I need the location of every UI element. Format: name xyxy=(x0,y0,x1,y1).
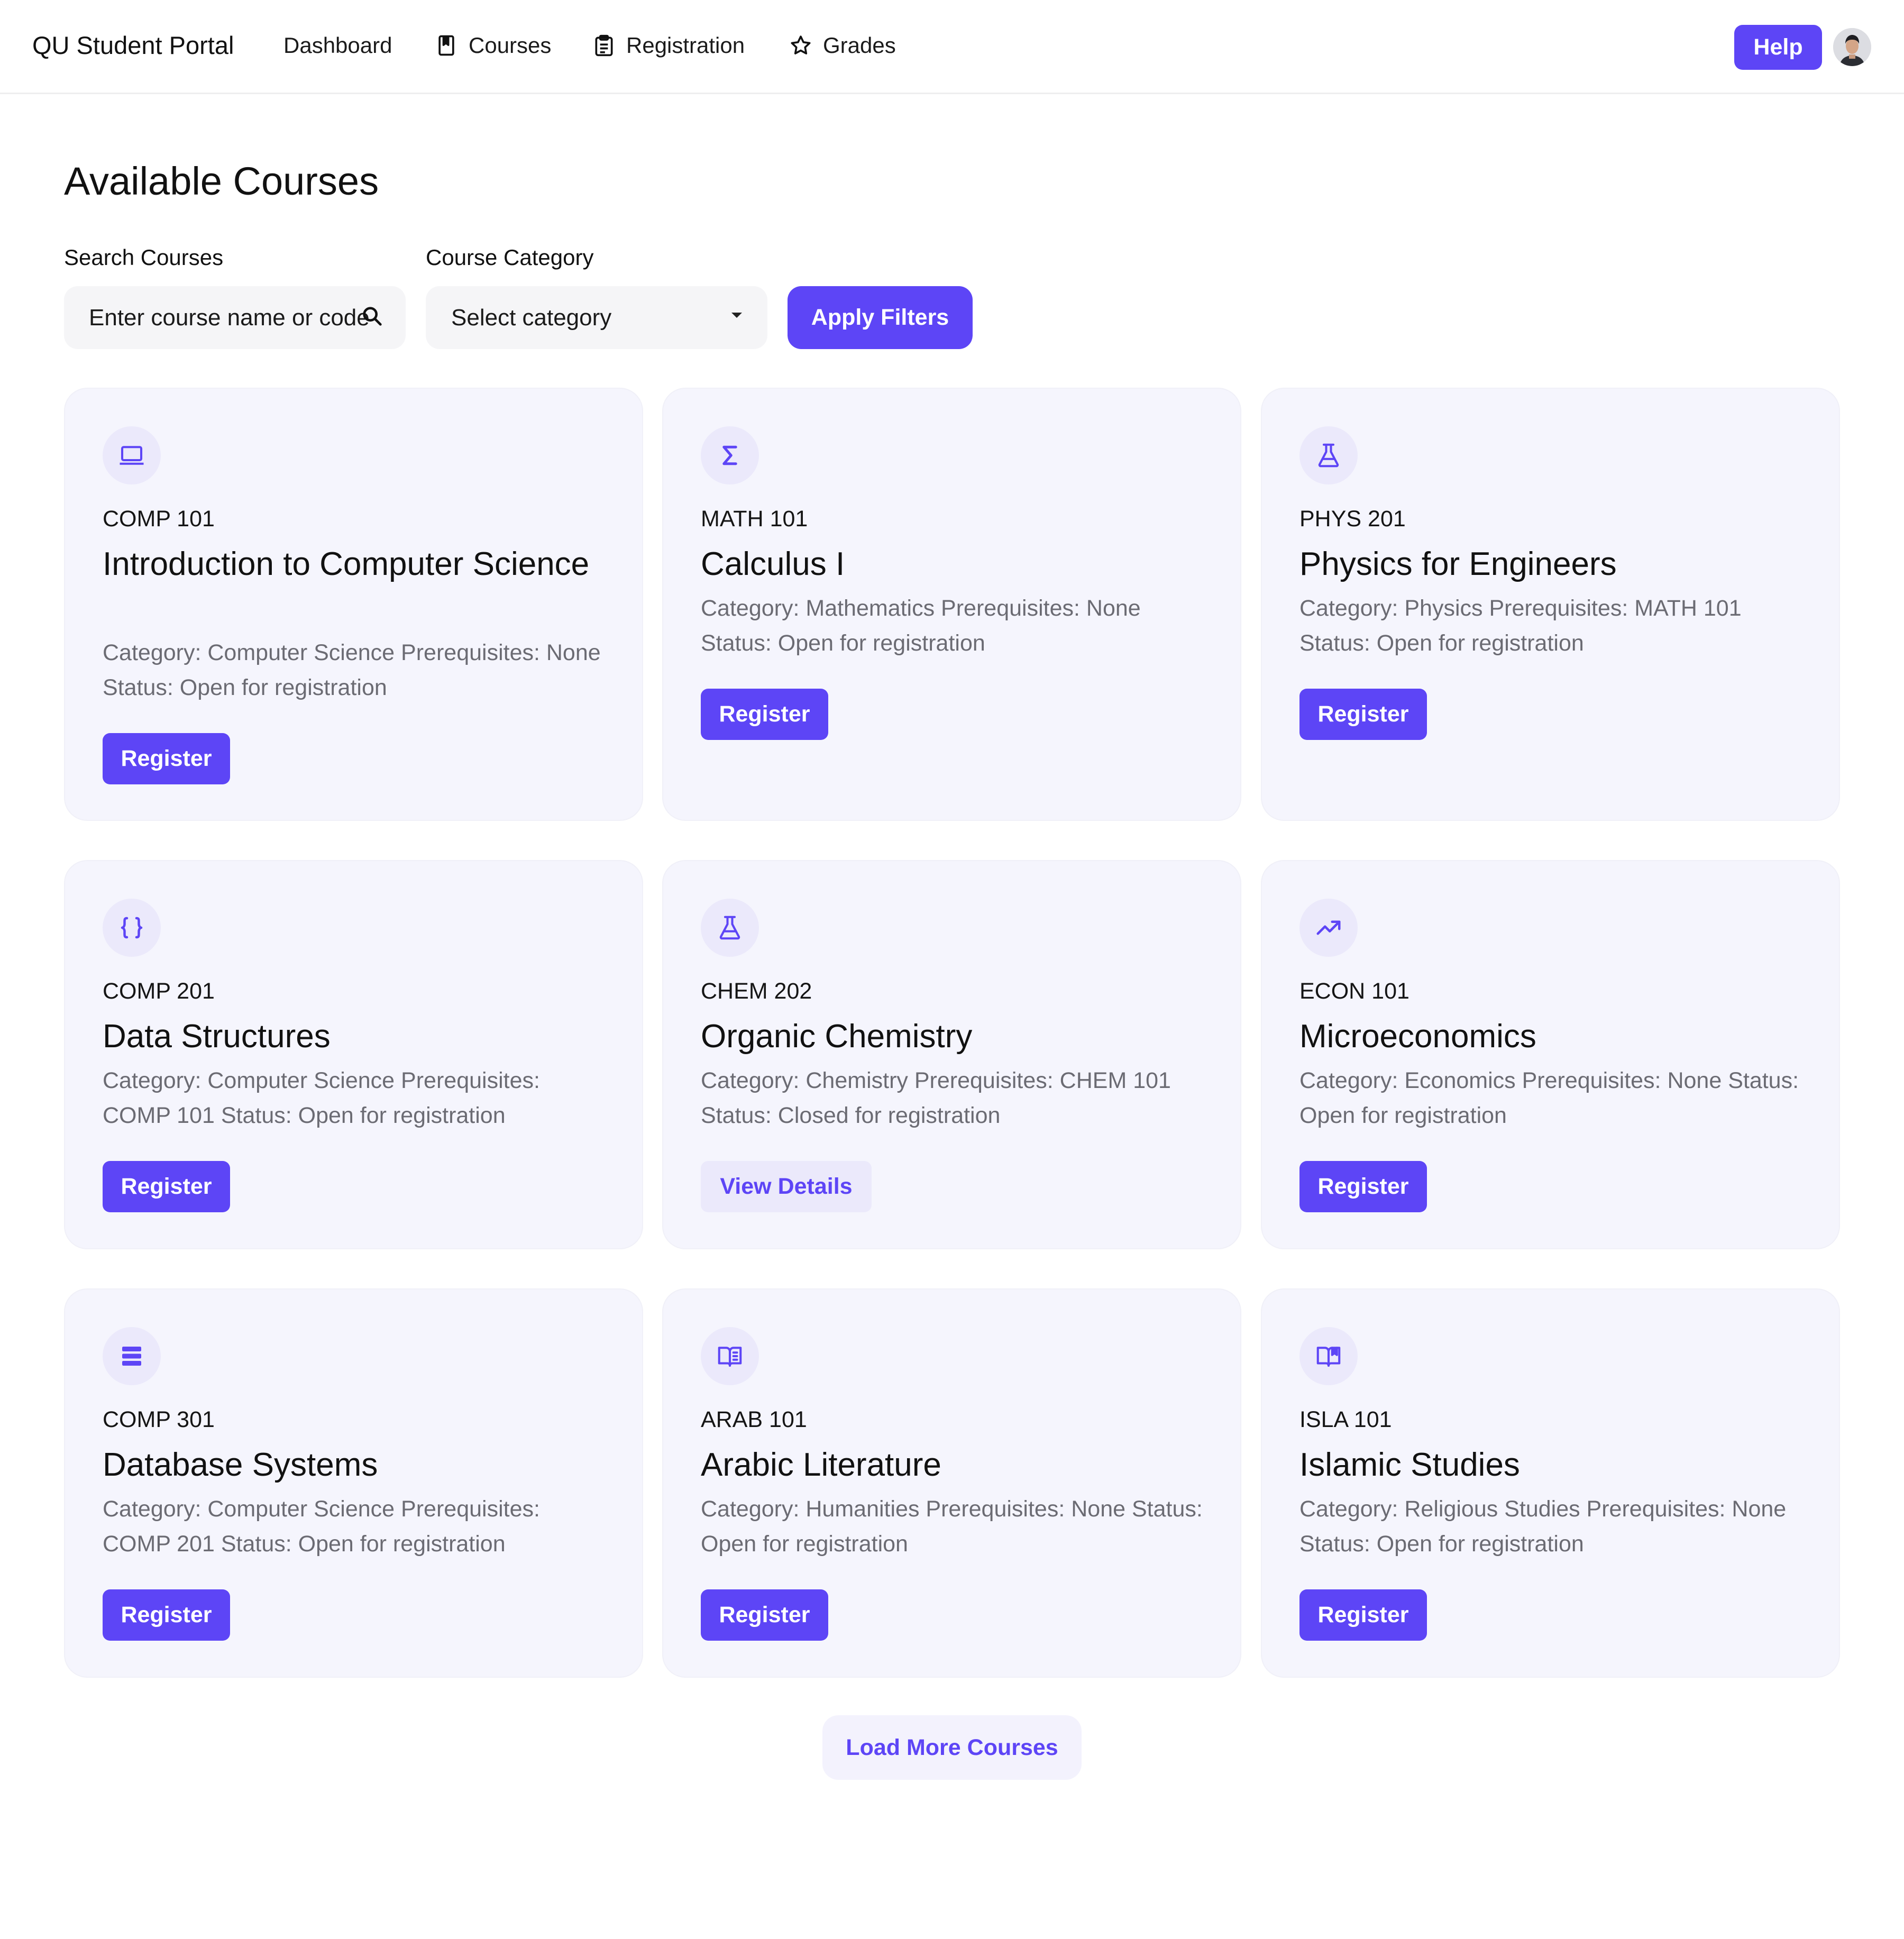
course-title: Organic Chemistry xyxy=(701,1018,973,1055)
clipboard-icon xyxy=(595,34,613,57)
page-title: Available Courses xyxy=(64,159,379,203)
course-code: ECON 101 xyxy=(1299,978,1409,1004)
course-title: Calculus I xyxy=(701,546,845,582)
course-card: COMP 301 Database Systems Category: Comp… xyxy=(64,1288,643,1678)
course-description: Category: Physics Prerequisites: MATH 10… xyxy=(1299,596,1742,656)
nav-link-grades[interactable]: Grades xyxy=(789,33,896,58)
register-button[interactable]: Register xyxy=(103,1161,230,1212)
course-title: Arabic Literature xyxy=(701,1447,941,1483)
course-code: COMP 201 xyxy=(103,978,215,1004)
nav-link-courses[interactable]: Courses xyxy=(435,33,551,58)
database-icon xyxy=(122,1347,141,1366)
braces-icon xyxy=(121,917,143,939)
book-icon xyxy=(438,35,454,56)
course-description: Category: Chemistry Prerequisites: CHEM … xyxy=(701,1068,1171,1128)
course-code: PHYS 201 xyxy=(1299,506,1406,532)
nav-link-label: Registration xyxy=(626,33,745,58)
course-code: COMP 301 xyxy=(103,1407,215,1432)
course-code: MATH 101 xyxy=(701,506,808,532)
register-button[interactable]: Register xyxy=(1299,1589,1427,1641)
laptop-icon xyxy=(120,446,144,465)
nav-link-label: Dashboard xyxy=(283,33,392,58)
course-title: Data Structures xyxy=(103,1018,331,1055)
user-avatar[interactable] xyxy=(1833,28,1871,66)
course-card: COMP 101 Introduction to Computer Scienc… xyxy=(64,388,643,821)
open-book-icon xyxy=(718,1347,742,1367)
course-title: Islamic Studies xyxy=(1299,1447,1520,1483)
search-label: Search Courses xyxy=(64,245,224,270)
course-card: ECON 101 Microeconomics Category: Econom… xyxy=(1261,860,1840,1249)
course-card: MATH 101 Calculus I Category: Mathematic… xyxy=(662,388,1241,821)
course-title: Database Systems xyxy=(103,1447,378,1483)
nav-link-registration[interactable]: Registration xyxy=(592,33,745,58)
load-more-button[interactable]: Load More Courses xyxy=(822,1715,1082,1780)
chevron-down-icon xyxy=(731,313,742,318)
register-button[interactable]: Register xyxy=(701,1589,828,1641)
course-card: ARAB 101 Arabic Literature Category: Hum… xyxy=(662,1288,1241,1678)
book-bookmark-icon xyxy=(1316,1347,1341,1367)
search-field xyxy=(64,286,406,349)
apply-filters-button[interactable]: Apply Filters xyxy=(788,286,973,349)
course-title: Introduction to Computer Science xyxy=(103,546,590,582)
search-input[interactable] xyxy=(64,304,406,331)
nav-link-dashboard[interactable]: Dashboard xyxy=(283,33,392,58)
register-button[interactable]: Register xyxy=(103,733,230,784)
sigma-icon xyxy=(722,445,737,465)
course-description: Category: Computer Science Prerequisites… xyxy=(103,1496,540,1557)
course-title: Microeconomics xyxy=(1299,1018,1536,1055)
register-button[interactable]: Register xyxy=(701,689,828,740)
help-button[interactable]: Help xyxy=(1734,25,1822,70)
flask-icon xyxy=(719,916,740,940)
search-icon[interactable] xyxy=(360,304,385,328)
star-icon xyxy=(791,35,811,54)
course-description: Category: Economics Prerequisites: None … xyxy=(1299,1068,1799,1128)
course-description: Category: Humanities Prerequisites: None… xyxy=(701,1496,1203,1557)
brand-title[interactable]: QU Student Portal xyxy=(32,31,234,60)
course-code: ARAB 101 xyxy=(701,1407,807,1432)
course-description: Category: Computer Science Prerequisites… xyxy=(103,1068,540,1128)
flask-icon xyxy=(1318,443,1339,468)
course-title: Physics for Engineers xyxy=(1299,546,1617,582)
category-select[interactable]: Select category xyxy=(426,286,767,349)
category-label: Course Category xyxy=(426,245,594,270)
course-card: COMP 201 Data Structures Category: Compu… xyxy=(64,860,643,1249)
nav-link-label: Courses xyxy=(469,33,552,58)
course-card: PHYS 201 Physics for Engineers Category:… xyxy=(1261,388,1840,821)
category-select-value: Select category xyxy=(451,304,612,331)
register-button[interactable]: Register xyxy=(1299,1161,1427,1212)
course-description: Category: Computer Science Prerequisites… xyxy=(103,640,601,700)
view-details-button[interactable]: View Details xyxy=(701,1161,872,1212)
trending-up-icon xyxy=(1316,920,1341,935)
course-code: COMP 101 xyxy=(103,506,215,532)
register-button[interactable]: Register xyxy=(103,1589,230,1641)
course-code: CHEM 202 xyxy=(701,978,812,1004)
course-card: CHEM 202 Organic Chemistry Category: Che… xyxy=(662,860,1241,1249)
nav-link-label: Grades xyxy=(823,33,896,58)
course-card: ISLA 101 Islamic Studies Category: Relig… xyxy=(1261,1288,1840,1678)
course-code: ISLA 101 xyxy=(1299,1407,1392,1432)
register-button[interactable]: Register xyxy=(1299,689,1427,740)
course-description: Category: Mathematics Prerequisites: Non… xyxy=(701,596,1141,656)
course-description: Category: Religious Studies Prerequisite… xyxy=(1299,1496,1787,1557)
avatar-icon xyxy=(1833,28,1871,66)
top-navbar: QU Student Portal Dashboard Courses Regi… xyxy=(0,0,1904,94)
